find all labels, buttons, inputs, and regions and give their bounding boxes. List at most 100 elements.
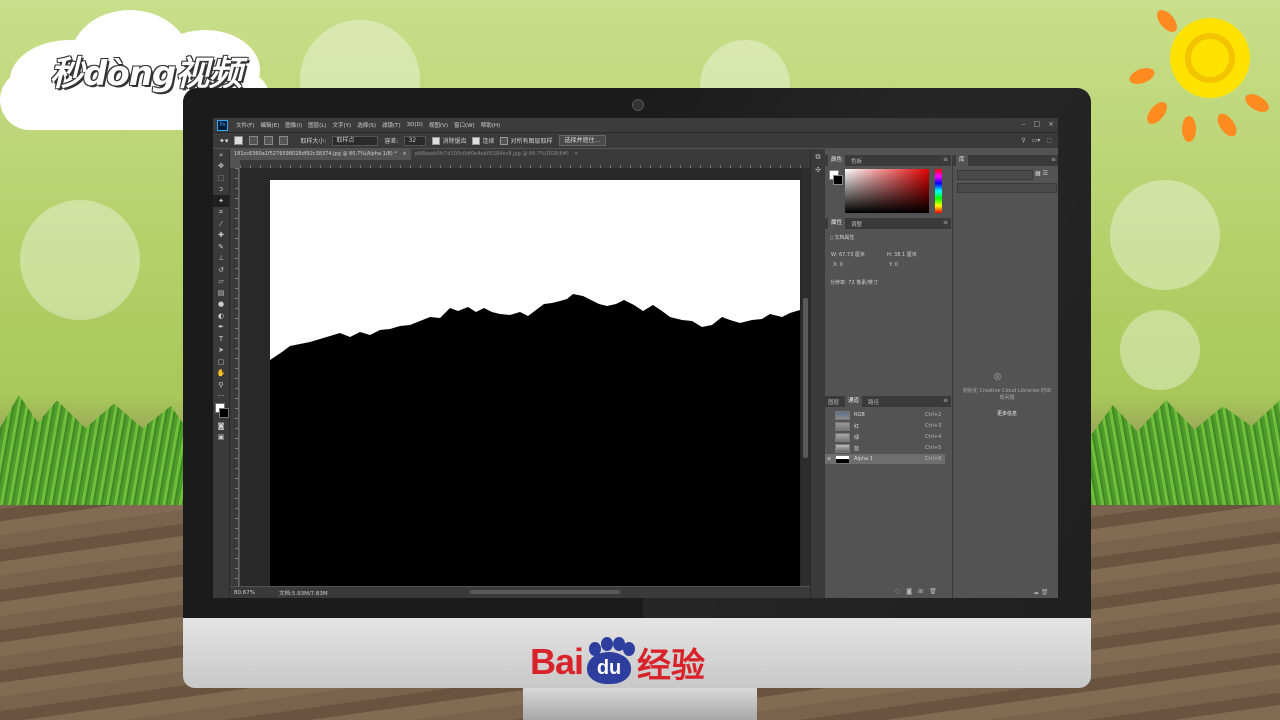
tab-paths[interactable]: 路径: [868, 398, 879, 406]
pen-tool-icon[interactable]: ✒: [213, 322, 229, 334]
clone-stamp-tool-icon[interactable]: ⊥: [213, 253, 229, 265]
tab-layers[interactable]: 图层: [828, 398, 839, 406]
y-value[interactable]: 0: [895, 262, 898, 268]
height-value[interactable]: 38.1 厘米: [894, 252, 917, 258]
panel-menu-icon[interactable]: ≡: [943, 219, 948, 226]
hand-tool-icon[interactable]: ✋: [213, 368, 229, 380]
workspace-icon[interactable]: ▭▾: [1032, 137, 1041, 144]
quick-mask-icon[interactable]: ◙: [213, 420, 229, 432]
crop-tool-icon[interactable]: ⌗: [213, 207, 229, 219]
vertical-scrollbar[interactable]: [801, 168, 810, 586]
maximize-icon[interactable]: □: [1034, 120, 1041, 128]
zoom-tool-icon[interactable]: ⚲: [213, 379, 229, 391]
menu-select[interactable]: 选择(S): [357, 121, 376, 129]
document-canvas[interactable]: [270, 180, 800, 586]
menu-edit[interactable]: 编辑(E): [260, 121, 279, 129]
panel-menu-icon[interactable]: ≡: [943, 156, 948, 163]
add-selection-icon[interactable]: [249, 136, 259, 145]
magic-wand-tool-icon[interactable]: ✦: [213, 195, 229, 207]
tab-libraries[interactable]: 库: [956, 155, 968, 166]
tab-adjustments[interactable]: 调整: [851, 220, 862, 228]
move-tool-icon[interactable]: ✥: [213, 161, 229, 173]
channel-row-green[interactable]: 绿 Ctrl+4: [825, 432, 945, 442]
contiguous-option[interactable]: 连续: [472, 136, 494, 146]
menu-layer[interactable]: 图层(L): [308, 121, 326, 129]
eye-icon[interactable]: ◉: [825, 456, 833, 462]
close-tab-icon[interactable]: ×: [402, 151, 406, 157]
color-background-swatch[interactable]: [833, 175, 843, 185]
antialias-option[interactable]: 消除锯齿: [432, 136, 466, 146]
library-delete-icon[interactable]: 🗑: [1041, 589, 1049, 596]
menu-3d[interactable]: 3D(D): [407, 122, 423, 128]
menu-file[interactable]: 文件(F): [236, 121, 254, 129]
history-panel-icon[interactable]: ⧉: [811, 153, 825, 162]
marquee-tool-icon[interactable]: ⬚: [213, 172, 229, 184]
gradient-tool-icon[interactable]: ▤: [213, 287, 229, 299]
blur-tool-icon[interactable]: ●: [213, 299, 229, 311]
healing-brush-tool-icon[interactable]: ✚: [213, 230, 229, 242]
tolerance-input[interactable]: 32: [404, 135, 427, 146]
tab-properties[interactable]: 属性: [828, 218, 846, 229]
menu-filter[interactable]: 滤镜(T): [382, 121, 401, 129]
width-value[interactable]: 67.73 厘米: [839, 252, 865, 258]
sample-all-checkbox[interactable]: [500, 137, 509, 146]
antialias-checkbox[interactable]: [432, 137, 441, 146]
channel-row-blue[interactable]: 蓝 Ctrl+5: [825, 443, 945, 453]
more-tools-icon[interactable]: ···: [213, 391, 229, 403]
eraser-tool-icon[interactable]: ▱: [213, 276, 229, 288]
library-select[interactable]: [957, 170, 1033, 180]
tab-color[interactable]: 颜色: [828, 155, 846, 166]
search-icon[interactable]: ⚲: [1021, 137, 1025, 144]
grid-view-icon[interactable]: ▦ ☰: [1035, 170, 1048, 177]
dodge-tool-icon[interactable]: ◐: [213, 310, 229, 322]
minimize-icon[interactable]: –: [1022, 120, 1026, 128]
menu-type[interactable]: 文字(Y): [333, 121, 352, 129]
new-selection-icon[interactable]: [234, 136, 244, 145]
channel-row-rgb[interactable]: RGB Ctrl+2: [825, 410, 945, 420]
foreground-background-swatches[interactable]: [213, 402, 229, 420]
menu-view[interactable]: 视图(V): [429, 121, 448, 129]
cloud-sync-icon[interactable]: ☁: [1033, 589, 1039, 596]
intersect-selection-icon[interactable]: [279, 136, 289, 145]
tab-channels[interactable]: 通道: [845, 396, 863, 407]
horizontal-scroll-thumb[interactable]: [470, 590, 620, 594]
panel-menu-icon[interactable]: ≡: [943, 397, 948, 404]
brush-panel-icon[interactable]: ✣: [811, 166, 825, 174]
close-tab-icon[interactable]: ×: [574, 151, 578, 157]
doc-tab-inactive[interactable]: a98baeb0fc7d100c0df0e4ab05184ec8.jpg @ 6…: [411, 149, 583, 160]
color-picker-field[interactable]: [845, 169, 929, 213]
menu-image[interactable]: 图像(I): [285, 121, 302, 129]
hue-slider[interactable]: [935, 169, 942, 213]
channel-row-red[interactable]: 红 Ctrl+3: [825, 421, 945, 431]
contiguous-checkbox[interactable]: [472, 137, 481, 146]
toolbar-collapse-icon[interactable]: »: [213, 149, 229, 161]
path-selection-tool-icon[interactable]: ➤: [213, 345, 229, 357]
doc-tab-active[interactable]: 181cc6360a1f5276598028df92c38374.jpg @ 8…: [230, 149, 411, 160]
library-search-input[interactable]: [957, 183, 1057, 193]
panel-menu-icon[interactable]: ≡: [1051, 156, 1056, 163]
shape-tool-icon[interactable]: ▢: [213, 356, 229, 368]
select-and-mask-button[interactable]: 选择并遮住...: [558, 135, 607, 146]
type-tool-icon[interactable]: T: [213, 333, 229, 345]
save-selection-icon[interactable]: ◙: [906, 588, 912, 595]
screen-mode-icon[interactable]: ▣: [213, 432, 229, 444]
x-value[interactable]: 0: [840, 262, 843, 268]
brush-tool-icon[interactable]: ✎: [213, 241, 229, 253]
tab-swatches[interactable]: 色板: [851, 157, 862, 165]
background-color-swatch[interactable]: [219, 408, 229, 418]
zoom-level[interactable]: 80.67%: [234, 590, 255, 596]
close-icon[interactable]: ×: [1048, 120, 1054, 128]
document-size[interactable]: 文档:5.93M/7.83M: [279, 589, 328, 597]
more-info-link[interactable]: 更多信息: [961, 410, 1053, 417]
eyedropper-tool-icon[interactable]: ⁄: [213, 218, 229, 230]
menu-window[interactable]: 窗口(W): [454, 121, 475, 129]
sample-all-option[interactable]: 对所有图层取样: [500, 136, 553, 146]
load-selection-icon[interactable]: ◌: [895, 588, 900, 595]
magic-wand-preset-icon[interactable]: ✦▾: [219, 137, 228, 145]
delete-channel-icon[interactable]: 🗑: [929, 588, 937, 595]
share-icon[interactable]: ⬚: [1046, 137, 1052, 144]
menu-help[interactable]: 帮助(H): [481, 121, 500, 129]
history-brush-tool-icon[interactable]: ↺: [213, 264, 229, 276]
sample-size-select[interactable]: 取样点: [332, 135, 379, 146]
subtract-selection-icon[interactable]: [264, 136, 274, 145]
